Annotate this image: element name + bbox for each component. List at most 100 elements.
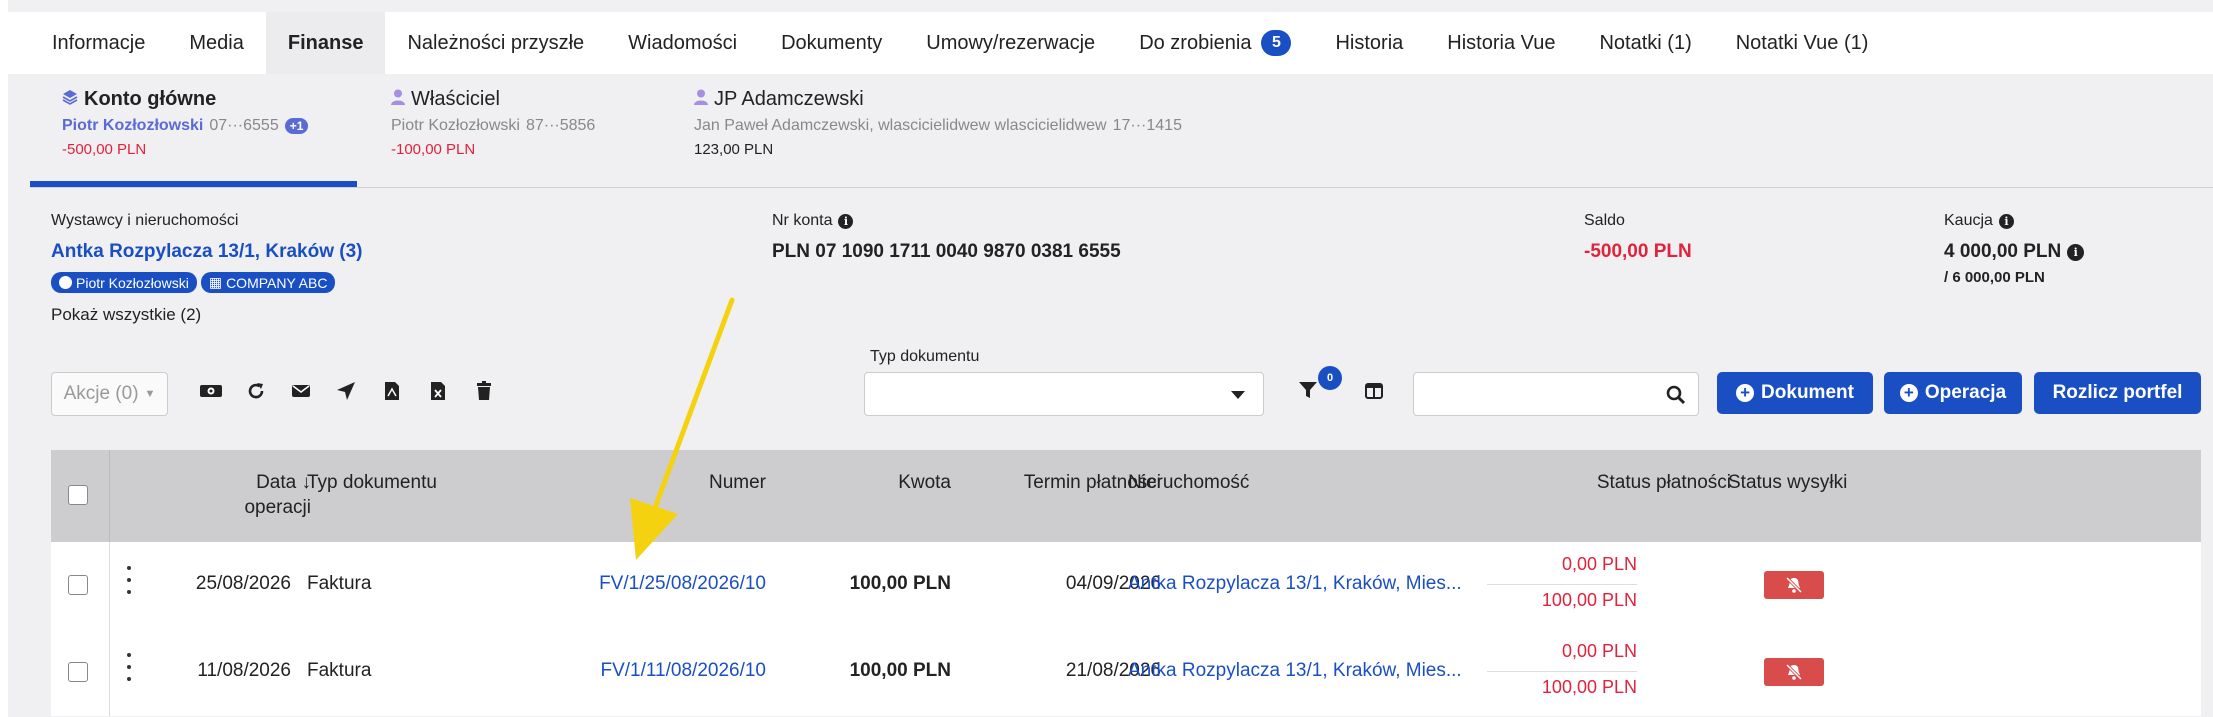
mail-icon[interactable] — [288, 378, 314, 404]
row-total: 100,00 PLN — [1541, 677, 1637, 697]
row-property-link[interactable]: Antka Rozpylacza 13/1, Kraków, Mies... — [1128, 573, 1462, 595]
add-operation-button[interactable]: + Operacja — [1884, 372, 2022, 414]
account-tab-jp[interactable]: JP Adamczewski Jan Paweł Adamczewski, wl… — [694, 88, 1182, 158]
divider — [109, 542, 110, 629]
owner-tags: Piotr Kozłozłowski ▦ COMPANY ABC — [51, 272, 339, 293]
filter-count-badge: 0 — [1318, 366, 1342, 390]
row-number-link[interactable]: FV/1/25/08/2026/10 — [516, 573, 766, 595]
info-icon[interactable]: i — [1998, 213, 2014, 229]
divider — [109, 450, 110, 542]
pdf-file-icon[interactable] — [379, 378, 405, 404]
row-amount: 100,00 PLN — [849, 573, 951, 594]
trash-icon[interactable] — [471, 378, 497, 404]
select-all-checkbox[interactable] — [68, 485, 88, 505]
balance-value: -500,00 PLN — [1584, 241, 1692, 262]
cash-icon[interactable] — [198, 378, 224, 404]
row-paid: 0,00 PLN — [1561, 641, 1637, 661]
row-date: 25/08/2026 — [195, 573, 291, 594]
col-type-header[interactable]: Typ dokumentu — [307, 470, 437, 495]
building-icon: ▦ — [208, 274, 223, 290]
account-tab-main[interactable]: Konto główne Piotr Kozłozłowski 07···655… — [62, 88, 309, 158]
row-checkbox[interactable] — [68, 662, 88, 682]
tab-media[interactable]: Media — [167, 12, 265, 74]
filter-icon[interactable]: 0 — [1298, 366, 1342, 405]
tab-historia[interactable]: Historia — [1313, 12, 1425, 74]
settle-wallet-label: Rozlicz portfel — [2052, 382, 2183, 403]
plus-circle-icon: + — [1899, 384, 1918, 402]
company-tag[interactable]: ▦ COMPANY ABC — [200, 272, 336, 293]
row-total: 100,00 PLN — [1541, 590, 1637, 610]
doc-type-select[interactable] — [864, 372, 1264, 416]
row-property-link[interactable]: Antka Rozpylacza 13/1, Kraków, Mies... — [1128, 660, 1462, 682]
show-all-link[interactable]: Pokaż wszystkie (2) — [51, 305, 201, 325]
row-checkbox[interactable] — [68, 575, 88, 595]
tab-wiadomosci[interactable]: Wiadomości — [606, 12, 759, 74]
add-document-button[interactable]: + Dokument — [1717, 372, 1873, 414]
row-menu-icon[interactable] — [126, 653, 132, 689]
send-icon[interactable] — [333, 378, 359, 404]
col-property-header[interactable]: Nieruchomość — [1128, 470, 1249, 495]
info-icon[interactable]: i — [838, 213, 854, 229]
account-owner: Piotr Kozłozłowski — [62, 117, 204, 134]
tab-do-zrobienia[interactable]: Do zrobienia 5 — [1117, 12, 1313, 74]
search-input[interactable] — [1414, 373, 1654, 415]
account-number-short: 87···5856 — [525, 117, 596, 134]
tab-umowy[interactable]: Umowy/rezerwacje — [904, 12, 1117, 74]
col-number-header[interactable]: Numer — [651, 470, 766, 495]
layers-icon — [62, 88, 78, 111]
tab-label: Do zrobienia — [1139, 31, 1252, 54]
deposit-total: / 6 000,00 PLN — [1944, 269, 2045, 286]
table-row[interactable]: 25/08/2026 Faktura FV/1/25/08/2026/10 10… — [51, 542, 2201, 629]
todo-count-badge: 5 — [1261, 30, 1292, 56]
table-row[interactable]: 11/08/2026 Faktura FV/1/11/08/2026/10 10… — [51, 629, 2201, 716]
row-date: 11/08/2026 — [197, 660, 291, 681]
actions-dropdown[interactable]: Akcje (0) ▼ — [51, 372, 168, 416]
excel-file-icon[interactable] — [425, 378, 451, 404]
caret-down-icon: ▼ — [144, 388, 156, 400]
table-header: Data ↓ operacji Typ dokumentu Numer Kwot… — [51, 450, 2201, 542]
add-operation-label: Operacja — [1924, 382, 2007, 403]
plus-circle-icon: + — [1736, 384, 1755, 402]
info-icon[interactable]: i — [2067, 243, 2085, 261]
deposit-label-text: Kaucja — [1944, 212, 1993, 229]
row-menu-icon[interactable] — [126, 566, 132, 602]
top-tabs: Informacje Media Finanse Należności przy… — [8, 12, 2213, 74]
settle-wallet-button[interactable]: Rozlicz portfel — [2034, 372, 2201, 414]
account-tab-owner[interactable]: Właściciel Piotr Kozłozłowski 87···5856 … — [391, 88, 595, 158]
columns-icon[interactable] — [1361, 378, 1387, 404]
account-title: Konto główne — [84, 88, 217, 110]
account-owner: Piotr Kozłozłowski — [391, 117, 520, 134]
person-tag[interactable]: Piotr Kozłozłowski — [51, 272, 197, 293]
col-send-status-header[interactable]: Status wysyłki — [1728, 470, 1847, 495]
user-icon — [391, 88, 405, 111]
tab-naleznosci[interactable]: Należności przyszłe — [385, 12, 606, 74]
refresh-icon[interactable] — [243, 378, 269, 404]
tab-historia-vue[interactable]: Historia Vue — [1425, 12, 1577, 74]
company-tag-label: COMPANY ABC — [226, 274, 328, 291]
bell-off-icon — [1785, 663, 1803, 681]
col-amount-header[interactable]: Kwota — [841, 470, 951, 495]
col-pay-status-header[interactable]: Status płatności — [1531, 470, 1731, 495]
doc-type-label: Typ dokumentu — [870, 348, 980, 365]
row-number-link[interactable]: FV/1/11/08/2026/10 — [516, 660, 767, 682]
tab-finanse[interactable]: Finanse — [265, 12, 386, 74]
tab-notatki[interactable]: Notatki (1) — [1577, 12, 1713, 74]
send-status-badge[interactable] — [1764, 658, 1824, 686]
row-paid: 0,00 PLN — [1561, 554, 1637, 574]
tab-dokumenty[interactable]: Dokumenty — [759, 12, 904, 74]
tab-informacje[interactable]: Informacje — [30, 12, 167, 74]
left-edge — [0, 0, 8, 717]
person-tag-label: Piotr Kozłozłowski — [76, 274, 189, 291]
balance-label: Saldo — [1584, 212, 1625, 229]
account-balance: -100,00 PLN — [391, 141, 476, 158]
issuers-label: Wystawcy i nieruchomości — [51, 212, 239, 229]
row-type: Faktura — [307, 573, 372, 594]
col-date-header[interactable]: Data ↓ operacji — [191, 470, 311, 520]
tab-notatki-vue[interactable]: Notatki Vue (1) — [1714, 12, 1891, 74]
extra-owners-badge: +1 — [284, 118, 309, 134]
search-icon[interactable] — [1666, 385, 1686, 410]
col-date-line1: Data — [256, 472, 297, 493]
property-link[interactable]: Antka Rozpylacza 13/1, Kraków (3) — [51, 241, 363, 263]
send-status-badge[interactable] — [1764, 571, 1824, 599]
account-number-short: 17···1415 — [1112, 117, 1182, 134]
